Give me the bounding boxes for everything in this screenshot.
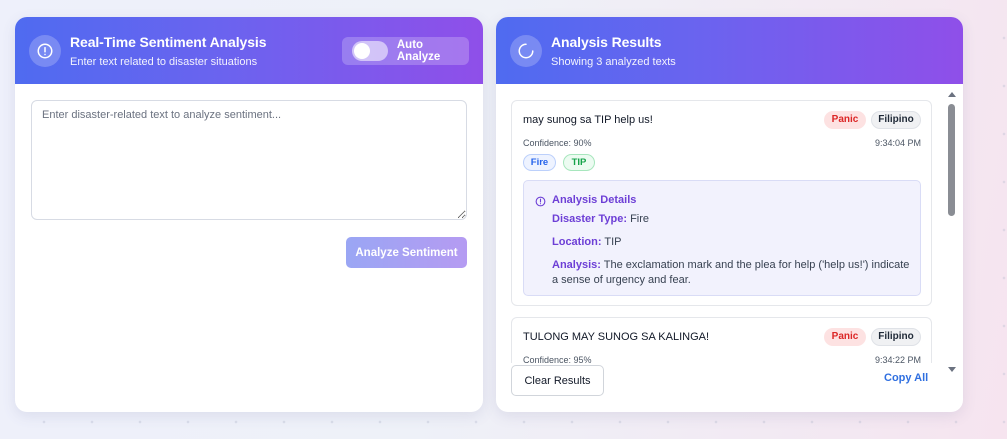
switch-knob [354,43,370,59]
results-panel-subtitle: Showing 3 analyzed texts [551,56,676,68]
sentiment-badge: Panic [824,328,866,346]
scrollbar-thumb[interactable] [948,104,955,216]
location-tag: TIP [563,154,595,171]
results-panel-header: Analysis Results Showing 3 analyzed text… [496,17,963,84]
result-text: TULONG MAY SUNOG SA KALINGA! [523,331,710,343]
analysis-details: Analysis Details Disaster Type: Fire Loc… [523,180,921,296]
analysis-value: The exclamation mark and the plea for he… [552,259,910,286]
loader-icon [510,35,542,67]
disaster-type-value: Fire [630,213,650,225]
alert-circle-icon [29,35,61,67]
analysis-details-title: Analysis Details [552,194,637,206]
analysis-row: Analysis: The exclamation mark and the p… [552,258,912,288]
input-panel-header: Real-Time Sentiment Analysis Enter text … [15,17,483,84]
clear-results-button[interactable]: Clear Results [511,365,604,396]
results-list[interactable]: may sunog sa TIP help us! Panic Filipino… [496,84,963,363]
timestamp: 9:34:22 PM [874,355,921,363]
disaster-type-label: Disaster Type: [552,213,627,225]
auto-analyze-switch[interactable] [352,41,388,61]
disaster-text-input[interactable] [31,100,467,220]
input-panel-title: Real-Time Sentiment Analysis [70,34,267,50]
analysis-label: Analysis: [552,259,601,271]
results-panel-title: Analysis Results [551,34,662,50]
analyze-sentiment-button[interactable]: Analyze Sentiment [346,237,467,268]
result-item: TULONG MAY SUNOG SA KALINGA! Panic Filip… [511,317,932,363]
auto-analyze-label: Auto Analyze [396,39,441,63]
auto-analyze-toggle[interactable]: Auto Analyze [342,37,469,65]
disaster-type-tag: Fire [523,154,556,171]
info-icon [535,194,546,212]
location-label: Location: [552,236,602,248]
analysis-results-panel: Analysis Results Showing 3 analyzed text… [496,17,963,412]
result-text: may sunog sa TIP help us! [523,114,653,126]
sentiment-input-panel: Real-Time Sentiment Analysis Enter text … [15,17,483,412]
location-value: TIP [604,236,622,248]
timestamp: 9:34:04 PM [874,138,921,148]
language-badge: Filipino [871,111,921,129]
input-panel-subtitle: Enter text related to disaster situation… [70,56,258,68]
results-scrollbar[interactable] [945,92,959,372]
sentiment-badge: Panic [824,111,866,129]
result-item: may sunog sa TIP help us! Panic Filipino… [511,100,932,306]
scroll-up-arrow-icon[interactable] [948,92,956,97]
copy-all-button[interactable]: Copy All [884,372,928,384]
language-badge: Filipino [871,328,921,346]
disaster-type-row: Disaster Type: Fire [552,212,912,227]
scroll-down-arrow-icon[interactable] [948,367,956,372]
confidence-text: Confidence: 90% [523,138,592,148]
location-row: Location: TIP [552,235,912,250]
confidence-text: Confidence: 95% [523,355,592,363]
